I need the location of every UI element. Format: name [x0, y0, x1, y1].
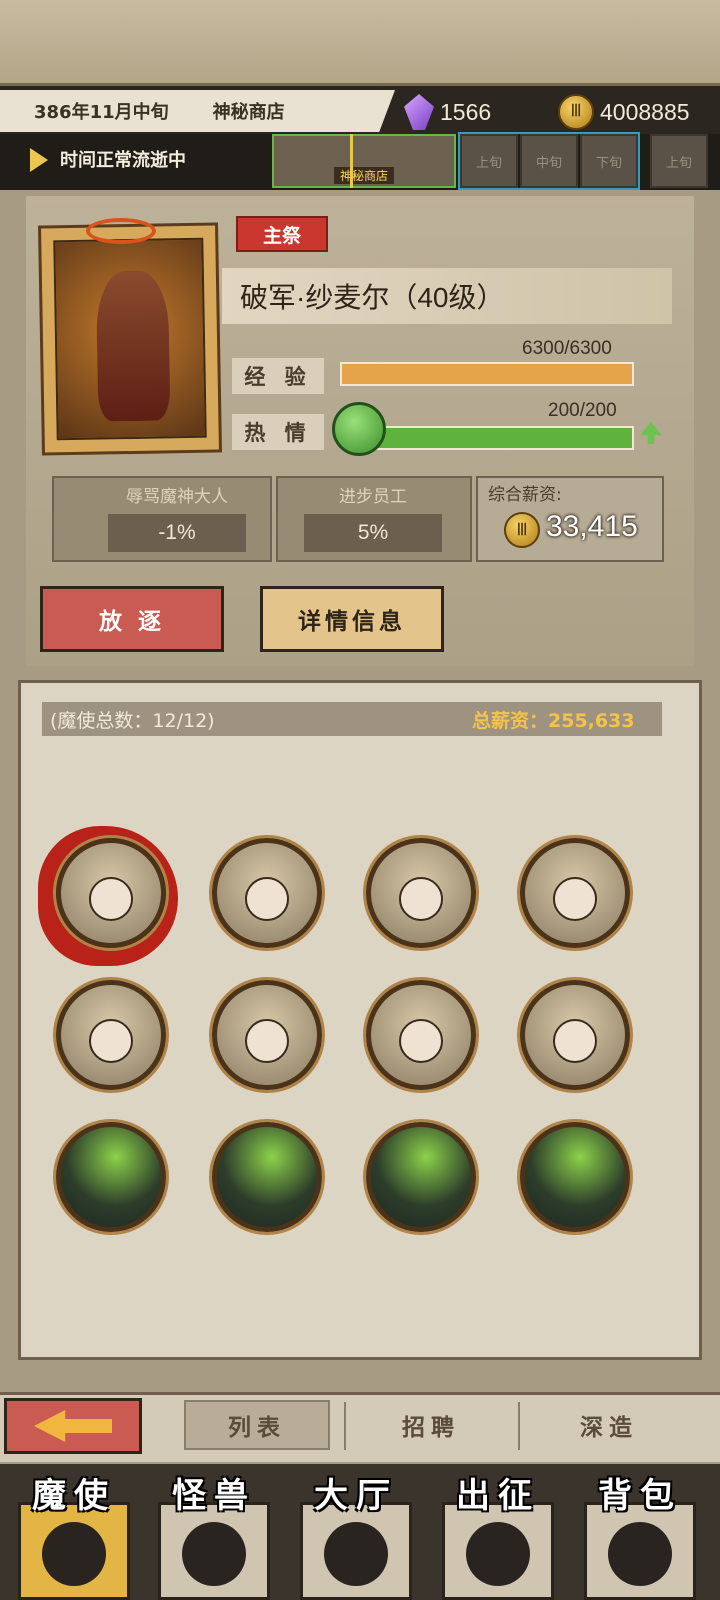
timeline-slot-next-early[interactable]: 上旬 — [650, 134, 708, 188]
avatar-face-icon — [399, 1019, 443, 1063]
timeline-current-label: 神秘商店 — [333, 167, 394, 184]
roster-avatar[interactable] — [520, 838, 630, 948]
salary-coin-icon: ꔖ — [504, 512, 540, 548]
trait-1-value: -1% — [108, 514, 246, 552]
avatar-face-icon — [89, 1019, 133, 1063]
portrait-background — [53, 237, 207, 441]
exp-bar — [340, 362, 634, 386]
nav-hall-label: 大厅 — [314, 1476, 398, 1516]
character-figure — [95, 270, 171, 422]
avatar-face-icon — [553, 877, 597, 921]
trait-2-value: 5% — [304, 514, 442, 552]
roster-avatar[interactable] — [212, 838, 322, 948]
gold-resource[interactable]: ꔖ 4008885 — [558, 92, 690, 132]
back-arrow-icon — [34, 1410, 112, 1442]
roster-avatar[interactable] — [366, 980, 476, 1090]
tab-recruit[interactable]: 招聘 — [358, 1400, 504, 1450]
nav-hall[interactable]: 大厅 — [290, 1464, 422, 1600]
passion-bar-fill — [370, 428, 632, 448]
monster-icon — [182, 1522, 246, 1586]
expedition-icon — [466, 1522, 530, 1586]
role-tag: 主祭 — [236, 216, 328, 252]
salary-value: 33,415 — [546, 510, 638, 543]
gold-count: 4008885 — [600, 98, 690, 125]
timeline-current-event[interactable]: 神秘商店 — [272, 134, 456, 188]
nav-envoy[interactable]: 魔使 — [8, 1464, 140, 1600]
roster-avatar[interactable] — [56, 838, 166, 948]
date-text: 386年11月中旬 — [34, 102, 169, 123]
passion-label: 热 情 — [232, 414, 324, 450]
backpack-icon — [608, 1522, 672, 1586]
exp-bar-fill — [342, 364, 632, 384]
halo-icon — [86, 218, 156, 244]
exp-value: 6300/6300 — [522, 338, 612, 359]
exile-button[interactable]: 放 逐 — [40, 586, 224, 652]
avatar-face-icon — [245, 1019, 289, 1063]
timeline-slot-early[interactable]: 上旬 — [460, 134, 518, 188]
roster-count: (魔使总数：12/12) — [50, 710, 215, 732]
date-banner: 386年11月中旬 神秘商店 — [0, 90, 395, 132]
locked-roster-avatar[interactable] — [520, 1122, 630, 1232]
character-portrait[interactable] — [38, 222, 222, 456]
trait-1-title: 辱骂魔神大人 — [126, 487, 228, 507]
avatar-face-icon — [245, 877, 289, 921]
passion-bar — [368, 426, 634, 450]
passion-value: 200/200 — [548, 400, 617, 421]
salary-title: 综合薪资: — [488, 485, 562, 505]
timeline-marker — [350, 134, 353, 188]
nav-envoy-label: 魔使 — [32, 1476, 116, 1516]
crystal-count: 1566 — [440, 98, 492, 125]
back-button[interactable] — [4, 1398, 142, 1454]
exp-label: 经 验 — [232, 358, 324, 394]
gold-coin-icon: ꔖ — [558, 94, 594, 130]
grin-face-icon — [332, 402, 386, 456]
top-scroll-decoration — [0, 0, 720, 86]
tab-divider — [344, 1402, 346, 1450]
time-status: 时间正常流逝中 — [60, 150, 186, 171]
trait-2-title: 进步员工 — [339, 487, 407, 507]
locked-roster-avatar[interactable] — [212, 1122, 322, 1232]
nav-monster-label: 怪兽 — [172, 1476, 256, 1516]
skull-icon — [42, 1522, 106, 1586]
roster-avatar[interactable] — [366, 838, 476, 948]
nav-expedition[interactable]: 出征 — [432, 1464, 564, 1600]
tab-list[interactable]: 列表 — [184, 1400, 330, 1450]
nav-bag-label: 背包 — [598, 1476, 682, 1516]
tab-forge[interactable]: 深造 — [536, 1400, 682, 1450]
timeline-slot-mid[interactable]: 中旬 — [520, 134, 578, 188]
roster-avatar[interactable] — [56, 980, 166, 1090]
tab-divider — [518, 1402, 520, 1450]
character-name: 破军·纱麦尔（40级） — [222, 268, 672, 324]
location-text: 神秘商店 — [212, 102, 285, 123]
nav-monster[interactable]: 怪兽 — [148, 1464, 280, 1600]
locked-roster-avatar[interactable] — [366, 1122, 476, 1232]
avatar-face-icon — [553, 1019, 597, 1063]
avatar-face-icon — [399, 877, 443, 921]
nav-bag[interactable]: 背包 — [574, 1464, 706, 1600]
crystal-resource[interactable]: 1566 — [404, 92, 491, 132]
roster-avatar[interactable] — [212, 980, 322, 1090]
crystal-icon — [404, 94, 434, 130]
hall-icon — [324, 1522, 388, 1586]
roster-avatar[interactable] — [520, 980, 630, 1090]
nav-expedition-label: 出征 — [456, 1476, 540, 1516]
roster-total-salary: 总薪资：255,633 — [472, 710, 635, 732]
locked-roster-avatar[interactable] — [56, 1122, 166, 1232]
avatar-face-icon — [89, 877, 133, 921]
timeline-slot-late[interactable]: 下旬 — [580, 134, 638, 188]
details-button[interactable]: 详情信息 — [260, 586, 444, 652]
